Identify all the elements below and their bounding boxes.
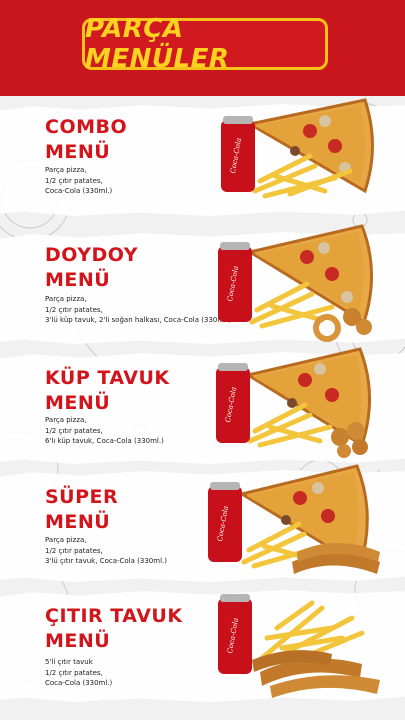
menu-title-kup-tavuk: KÜP TAVUK MENÜ — [45, 367, 170, 414]
menu-description-kup-tavuk: Parça pizza, 1/2 çıtır patates, 6'lı küp… — [45, 416, 164, 445]
header-banner: PARÇA MENÜLER — [0, 0, 405, 96]
doydoy-menu-image: Coca-Cola — [218, 224, 373, 342]
menu-title-citir-tavuk: ÇITIR TAVUK MENÜ — [45, 605, 183, 652]
menu-title-doydoy: DOYDOY MENÜ — [45, 244, 139, 291]
kup-tavuk-menu-image: Coca-Cola — [216, 347, 371, 458]
combo-menu-image: Coca-Cola — [221, 98, 374, 199]
citir-tavuk-menu-image: Coca-Cola — [218, 594, 380, 698]
menu-description-citir-tavuk: 5'li çıtır tavuk 1/2 çıtır patates, Coca… — [45, 658, 113, 687]
menu-description-doydoy: Parça pizza, 1/2 çıtır patates, 3'lü küp… — [45, 295, 232, 324]
title-frame: PARÇA MENÜLER — [82, 14, 328, 74]
menu-title-combo: COMBO MENÜ — [45, 116, 128, 163]
menu-title-super: SÜPER MENÜ — [45, 486, 119, 533]
menu-description-super: Parça pizza, 1/2 çıtır patates, 3'lü çıt… — [45, 536, 167, 565]
page-title: PARÇA MENÜLER — [85, 14, 230, 74]
super-menu-image: Coca-Cola — [208, 464, 380, 574]
menu-description-combo: Parça pizza, 1/2 çıtır patates, Coca-Col… — [45, 166, 113, 195]
